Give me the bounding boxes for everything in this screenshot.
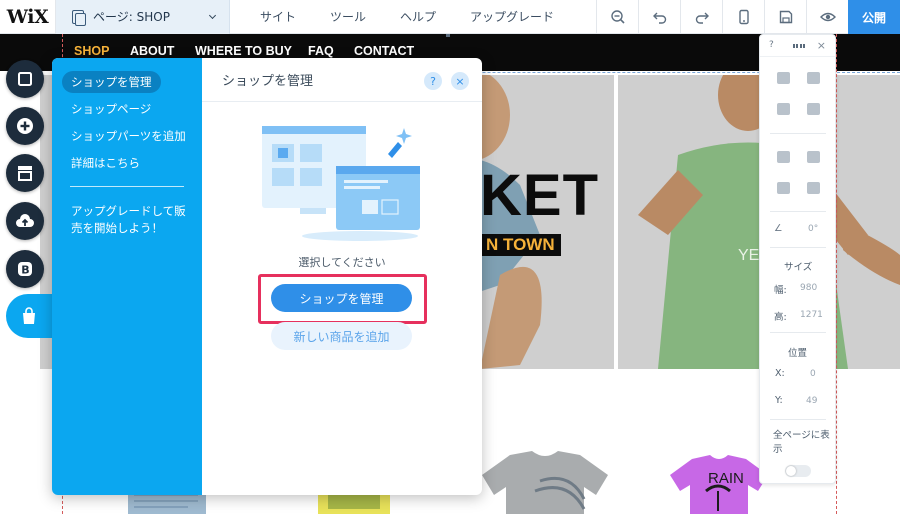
blog-icon: B [18, 262, 32, 277]
editor-tools: 公開 [596, 0, 900, 34]
sidebar-divider [70, 186, 184, 187]
zoom-icon [610, 10, 625, 24]
preview-icon [819, 12, 836, 22]
editor-top-bar: WiX ページ: SHOP サイト ツール ヘルプ アップグレード 公開 [0, 0, 900, 34]
store-panel-content: ショップを管理 ? × 選択してください ショップを管理 新しい商品を追加 [202, 58, 482, 495]
side-item-store-pages[interactable]: ショップページ [62, 98, 160, 120]
inspector-header: ? × [760, 35, 835, 57]
rail-upload-button[interactable] [6, 202, 44, 240]
page-selector[interactable]: ページ: SHOP [56, 0, 230, 34]
nav-contact[interactable]: CONTACT [354, 44, 414, 58]
show-all-pages-label: 全ページに表示 [773, 430, 830, 455]
x-value[interactable]: 0 [810, 369, 816, 379]
store-illustration [262, 126, 420, 241]
shopping-bag-icon [23, 307, 35, 324]
height-label: 高: [774, 312, 787, 323]
size-label: サイズ [784, 262, 813, 273]
wix-logo[interactable]: WiX [0, 0, 56, 34]
redo-button[interactable] [680, 0, 722, 34]
height-value[interactable]: 1271 [800, 310, 823, 320]
show-all-pages-toggle[interactable] [785, 465, 811, 477]
inspector-divider [770, 133, 826, 134]
choose-prompt: 選択してください [298, 256, 386, 269]
product-tshirt-purple[interactable]: RAIN [668, 455, 770, 514]
help-button[interactable]: ? [424, 72, 442, 90]
nav-where-to-buy[interactable]: WHERE TO BUY [195, 44, 292, 58]
drag-handle-icon[interactable] [793, 44, 805, 48]
inspector-divider [770, 211, 826, 212]
close-button[interactable]: × [451, 72, 469, 90]
upgrade-link[interactable]: アップグレードして販売を開始しよう！ [71, 203, 196, 237]
inspector-divider [770, 332, 826, 333]
x-label: X: [775, 368, 785, 379]
arrange-icon[interactable] [777, 151, 790, 163]
nav-faq[interactable]: FAQ [308, 44, 334, 58]
rotation-value[interactable]: 0° [808, 224, 818, 234]
y-value[interactable]: 49 [806, 396, 817, 406]
width-value[interactable]: 980 [800, 283, 817, 293]
chevron-down-icon [208, 11, 217, 19]
zoom-button[interactable] [596, 0, 638, 34]
rail-blog-button[interactable]: B [6, 250, 44, 288]
side-item-add-store-parts[interactable]: ショップパーツを追加 [62, 125, 195, 147]
store-panel-sidebar: ショップを管理 ショップページ ショップパーツを追加 詳細はこちら アップグレー… [52, 58, 202, 495]
nav-about[interactable]: ABOUT [130, 44, 174, 58]
hero-title: KET [480, 163, 599, 228]
redo-icon [695, 12, 709, 24]
svg-text:B: B [21, 264, 29, 277]
rain-print-text: RAIN [708, 470, 744, 487]
rotate-icon[interactable]: ∠ [774, 223, 783, 234]
distribute-icon[interactable] [807, 182, 820, 194]
menu-help[interactable]: ヘルプ [400, 8, 436, 25]
store-icon [18, 166, 32, 181]
add-icon [17, 118, 33, 134]
trash-icon[interactable] [807, 103, 820, 115]
mobile-icon [738, 9, 749, 25]
layers-icon[interactable] [807, 151, 820, 163]
duplicate-icon[interactable] [777, 103, 790, 115]
side-item-manage-store[interactable]: ショップを管理 [62, 71, 161, 93]
undo-button[interactable] [638, 0, 680, 34]
menu-tools[interactable]: ツール [330, 8, 366, 25]
undo-icon [652, 12, 666, 24]
menu-upgrade[interactable]: アップグレード [470, 8, 554, 25]
preview-button[interactable] [806, 0, 848, 34]
menu-site[interactable]: サイト [260, 8, 296, 25]
inspector-close-button[interactable]: × [817, 39, 826, 52]
y-label: Y: [775, 395, 783, 406]
publish-button[interactable]: 公開 [848, 0, 900, 34]
menu-drag-mark [446, 34, 450, 37]
inspector-help-button[interactable]: ? [769, 40, 774, 50]
rail-pages-button[interactable] [6, 60, 44, 98]
editor-menu: サイト ツール ヘルプ アップグレード [260, 0, 588, 34]
side-item-learn-more[interactable]: 詳細はこちら [62, 152, 149, 174]
rail-store-button[interactable] [6, 154, 44, 192]
hero-subtitle: N TOWN [480, 234, 561, 256]
width-label: 幅: [774, 285, 787, 296]
page-selector-label: ページ: SHOP [93, 10, 170, 24]
align-icon[interactable] [777, 182, 790, 194]
page-icon [18, 72, 32, 86]
mobile-view-button[interactable] [722, 0, 764, 34]
save-icon [779, 10, 792, 24]
rail-add-button[interactable] [6, 107, 44, 145]
product-tshirt-grey[interactable] [480, 451, 610, 514]
manage-store-button[interactable]: ショップを管理 [271, 284, 412, 312]
save-button[interactable] [764, 0, 806, 34]
store-manager-panel: ショップを管理 ショップページ ショップパーツを追加 詳細はこちら アップグレー… [52, 58, 482, 495]
pages-icon [72, 9, 86, 26]
paste-icon[interactable] [807, 72, 820, 84]
inspector-divider [770, 247, 826, 248]
panel-title: ショップを管理 [222, 74, 314, 89]
nav-shop[interactable]: SHOP [74, 44, 109, 58]
position-label: 位置 [788, 348, 808, 359]
add-product-button[interactable]: 新しい商品を追加 [271, 322, 412, 350]
section-guide-right [836, 34, 837, 514]
inspector-divider [770, 419, 826, 420]
rail-shop-button[interactable] [6, 294, 52, 338]
inspector-panel: ? × ∠ 0° サイズ 幅: 980 高: 1271 位置 X: 0 Y: 4… [759, 34, 836, 484]
copy-icon[interactable] [777, 72, 790, 84]
upload-icon [16, 214, 34, 227]
